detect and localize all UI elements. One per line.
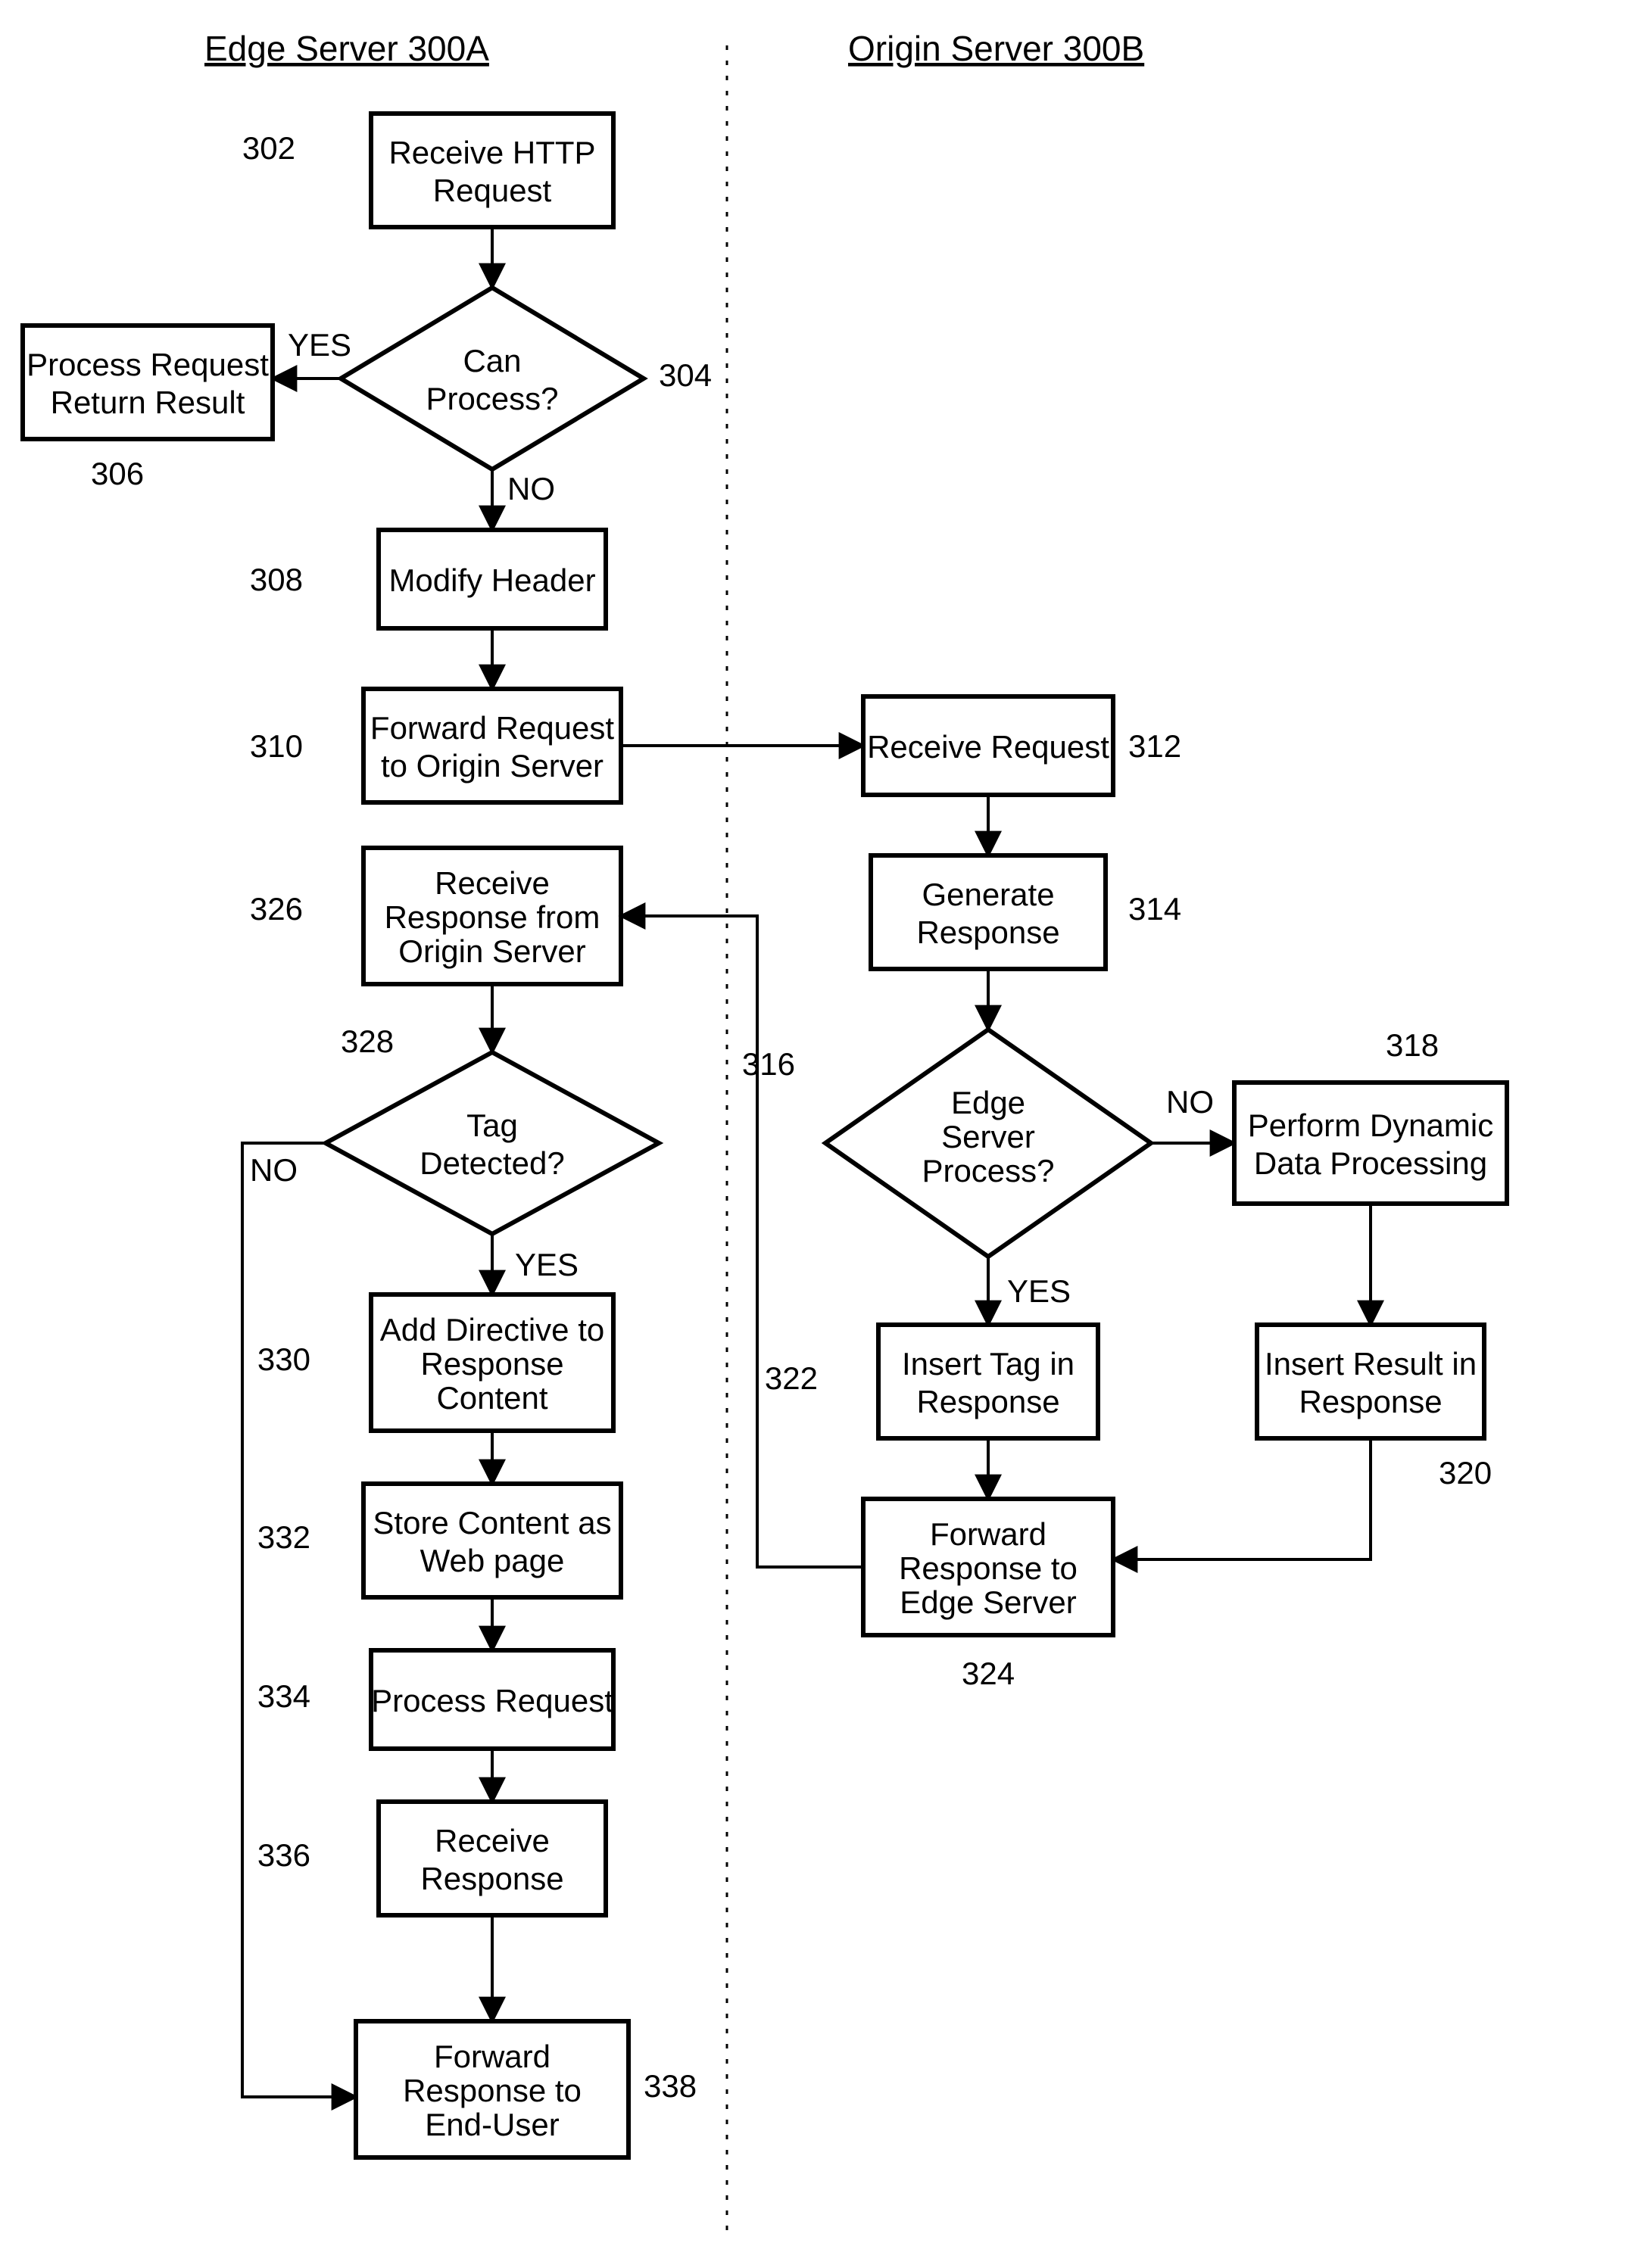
label-no-328: NO xyxy=(250,1152,298,1188)
svg-text:Response: Response xyxy=(916,1384,1059,1419)
title-origin-server: Origin Server 300B xyxy=(848,29,1144,68)
svg-text:End-User: End-User xyxy=(425,2107,559,2142)
svg-text:Process Request: Process Request xyxy=(371,1683,613,1718)
ref-306: 306 xyxy=(91,456,144,491)
svg-text:Detected?: Detected? xyxy=(420,1145,564,1181)
ref-332: 332 xyxy=(257,1519,310,1555)
ref-334: 334 xyxy=(257,1678,310,1714)
label-no-316: NO xyxy=(1166,1084,1214,1120)
ref-308: 308 xyxy=(250,562,303,597)
svg-text:Modify Header: Modify Header xyxy=(388,562,595,598)
svg-text:Generate: Generate xyxy=(922,877,1054,912)
ref-316: 316 xyxy=(742,1046,795,1082)
svg-text:Request: Request xyxy=(433,173,552,208)
svg-text:Response: Response xyxy=(1299,1384,1442,1419)
svg-text:Forward: Forward xyxy=(434,2039,551,2074)
svg-text:Return Result: Return Result xyxy=(51,385,245,420)
svg-text:to Origin Server: to Origin Server xyxy=(381,748,604,784)
svg-text:Insert Result in: Insert Result in xyxy=(1265,1346,1477,1382)
svg-text:Content: Content xyxy=(436,1380,547,1416)
ref-302: 302 xyxy=(242,130,295,166)
svg-text:Perform Dynamic: Perform Dynamic xyxy=(1248,1108,1493,1143)
svg-text:Origin Server: Origin Server xyxy=(398,933,585,969)
svg-text:Data Processing: Data Processing xyxy=(1254,1145,1487,1181)
ref-320: 320 xyxy=(1439,1455,1492,1491)
ref-330: 330 xyxy=(257,1341,310,1377)
label-no-304: NO xyxy=(507,471,555,506)
edge-320-324 xyxy=(1113,1438,1371,1559)
svg-text:Receive: Receive xyxy=(435,865,550,901)
svg-text:Tag: Tag xyxy=(466,1108,518,1143)
ref-328: 328 xyxy=(341,1023,394,1059)
svg-text:Process?: Process? xyxy=(426,381,558,416)
label-yes-328: YES xyxy=(515,1247,579,1282)
svg-text:Server: Server xyxy=(941,1119,1035,1154)
label-yes-304: YES xyxy=(288,327,351,363)
svg-text:Add Directive to: Add Directive to xyxy=(380,1312,604,1347)
ref-312: 312 xyxy=(1128,728,1181,764)
svg-text:Response from: Response from xyxy=(385,899,600,935)
ref-324: 324 xyxy=(962,1656,1015,1691)
ref-322: 322 xyxy=(765,1360,818,1396)
svg-text:Forward: Forward xyxy=(930,1516,1046,1552)
svg-text:Store Content as: Store Content as xyxy=(373,1505,611,1541)
ref-318: 318 xyxy=(1386,1027,1439,1063)
svg-text:Response to: Response to xyxy=(899,1550,1078,1586)
edge-328-338 xyxy=(242,1143,356,2097)
svg-text:Receive HTTP: Receive HTTP xyxy=(388,135,595,170)
svg-text:Response to: Response to xyxy=(403,2073,582,2108)
svg-text:Can: Can xyxy=(463,343,521,379)
svg-text:Web page: Web page xyxy=(420,1543,565,1578)
ref-338: 338 xyxy=(644,2068,697,2104)
svg-text:Response: Response xyxy=(420,1346,563,1382)
svg-text:Process?: Process? xyxy=(922,1153,1054,1189)
svg-text:Edge Server: Edge Server xyxy=(900,1584,1076,1620)
svg-text:Edge: Edge xyxy=(951,1085,1025,1120)
svg-text:Forward Request: Forward Request xyxy=(370,710,614,746)
svg-text:Response: Response xyxy=(916,914,1059,950)
svg-text:Process Request: Process Request xyxy=(27,347,269,382)
ref-310: 310 xyxy=(250,728,303,764)
ref-336: 336 xyxy=(257,1837,310,1873)
svg-text:Receive Request: Receive Request xyxy=(867,729,1109,765)
ref-304: 304 xyxy=(659,357,712,393)
flowchart-diagram: Edge Server 300A Origin Server 300B Rece… xyxy=(0,0,1650,2268)
ref-314: 314 xyxy=(1128,891,1181,927)
svg-text:Response: Response xyxy=(420,1861,563,1896)
ref-326: 326 xyxy=(250,891,303,927)
edge-324-326 xyxy=(621,916,863,1567)
svg-text:Receive: Receive xyxy=(435,1823,550,1858)
svg-text:Insert Tag in: Insert Tag in xyxy=(902,1346,1075,1382)
label-yes-316: YES xyxy=(1007,1273,1071,1309)
title-edge-server: Edge Server 300A xyxy=(204,29,489,68)
